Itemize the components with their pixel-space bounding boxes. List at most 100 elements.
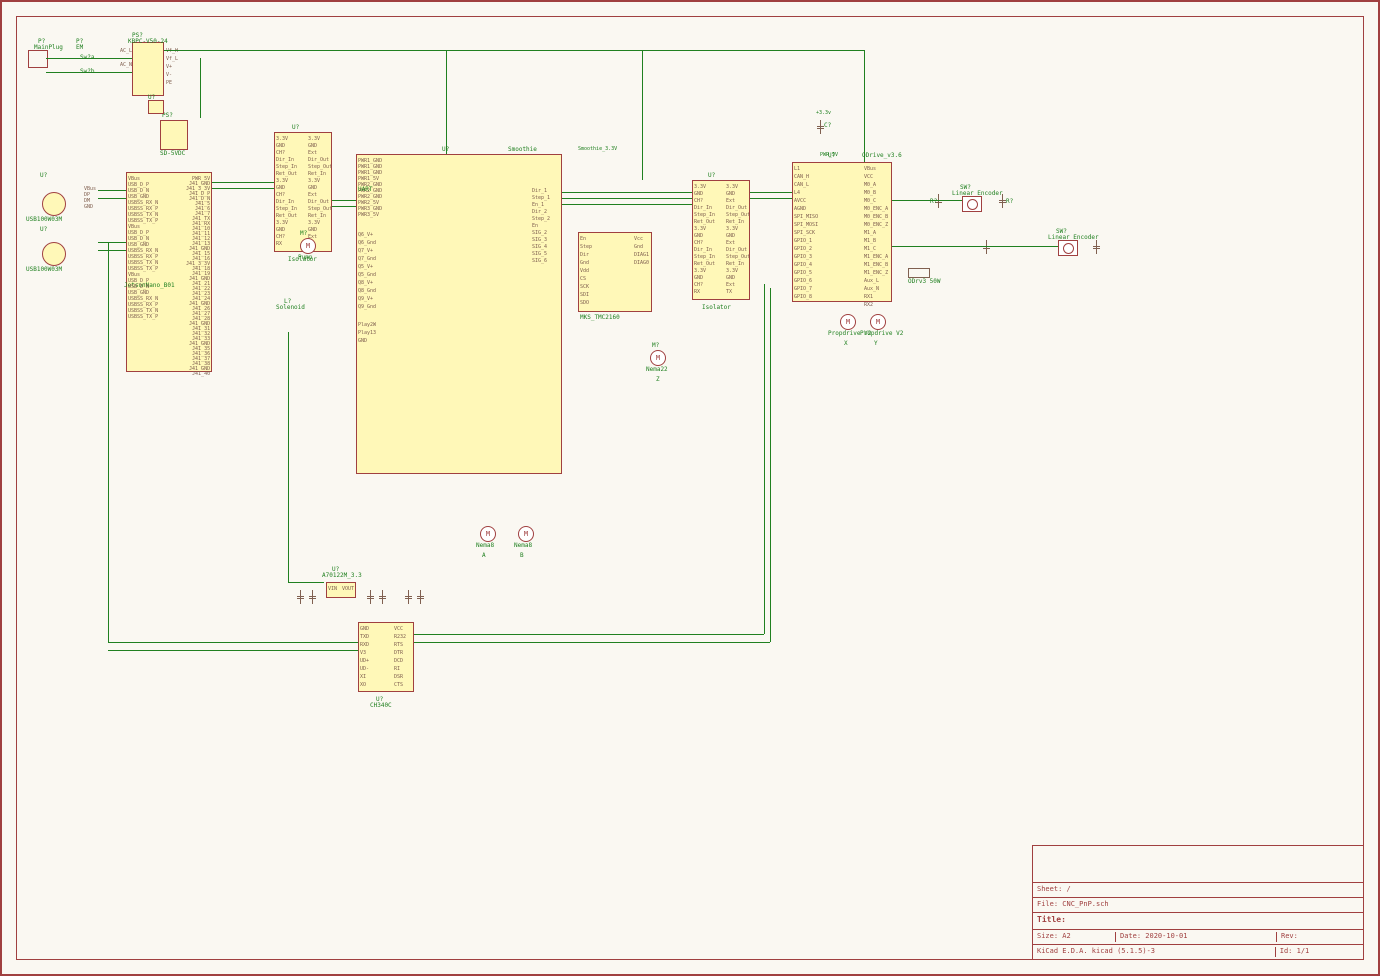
tb-sheet: Sheet: / [1037,885,1071,895]
jetson-right-pins: PWR_5VJ41_GNDJ41_3_3VJ41_D_PJ41_D_NJ41_5… [186,176,210,376]
psu-kbpc-name: KBPC-V50-24 [128,38,168,45]
kbpc-vm: V- [166,72,172,78]
propx-motor: M [840,314,856,330]
pin-label: DSR [394,674,406,682]
pin-label: En [532,223,550,230]
pin-label: Dir_Out [308,157,332,164]
pump-name: Pump [298,254,312,261]
wire [108,650,358,651]
ch340-right: VCCR232RTSDTRDCDRIDSRCTS [394,626,406,690]
pin-label: Gnd [634,244,649,252]
pin-label: GPIO_5 [794,270,818,278]
pin-label: CAN_L [794,182,818,190]
pin-label: 3.3V [694,184,715,191]
encoder-y [1058,240,1078,256]
wire [98,198,126,199]
pin-label: Q6_V+ [358,232,376,240]
pin-label: USBSS_TX_P [128,314,158,320]
pin-label: Step_Out [726,212,750,219]
pin-label: M1_ENC_B [864,262,888,270]
pin-label: GND [694,191,715,198]
nema8b-motor: M [518,526,534,542]
pin-label: M0_B [864,190,888,198]
wire [108,642,358,643]
a70-ref: U? [332,566,339,573]
iso1-left-pins: 3.3VGNDCH?Dir_InStep_InRet_Out3.3VGNDCH?… [276,136,297,248]
cap-odrive-lbl: C? [824,122,831,129]
odrive-left: L1CAN_HCAN_LL4AVCCAGNDSPI_MISOSPI_MOSISP… [794,166,818,302]
vdc-ref: U? [148,94,155,101]
pin-label: CH? [276,234,297,241]
wire [414,634,764,635]
propy-motor: M [870,314,886,330]
pin-label: En_1 [532,202,550,209]
pin-label: DCD [394,658,406,666]
pin-label: Step [580,244,592,252]
pin-label: Ret_In [726,261,750,268]
wire [642,50,643,180]
pin-label: 3.3V [308,178,332,185]
wire [764,284,765,634]
wire [98,190,126,191]
pin-label: SCK [580,284,592,292]
schematic-sheet: P? MainPlug P? EM Sw?a Sw?b PS? KBPC-V50… [0,0,1380,976]
pin-label: 3.3V [694,226,715,233]
pin-label: M1_B [864,238,888,246]
nema22-axis: Z [656,376,660,383]
cap-encx2 [1002,194,1003,208]
pin-label: SIG_4 [532,244,550,251]
propy-name: Propdrive V2 [860,330,903,337]
smoothie-33v: Smoothie_3.3V [578,146,617,152]
usb-b-name: USB100W03M [26,266,62,273]
wire [770,288,771,642]
pin-label: SIG_3 [532,237,550,244]
a70-name: A70122M_3.3 [322,572,362,579]
pin-label: Ext [308,192,332,199]
pin-label: Dir_Out [308,199,332,206]
wire [562,192,692,193]
pin-label: M1_ENC_Z [864,270,888,278]
wire [98,242,126,243]
usb-a-ref: U? [40,172,47,179]
r-encx2: R? [1006,198,1013,205]
pin-label: SDI [580,292,592,300]
tb-date: Date: 2020-10-01 [1115,932,1276,942]
pin-label: M0_A [864,182,888,190]
nema8a-name: Nema8 [476,542,494,549]
encx-name: Linear Encoder [952,190,1003,197]
pin-label: Step_Out [308,164,332,171]
pin-label: SPI_MOSI [794,222,818,230]
a70-c4 [382,590,383,604]
pin-label: Q7_Gnd [358,256,376,264]
pin-label: GPIO_4 [794,262,818,270]
smoothie-name: Smoothie [508,146,537,153]
pin-label: Step_Out [308,206,332,213]
pin-label: L1 [794,166,818,174]
pin-label: 3.3V [276,220,297,227]
pin-label: RX [276,241,297,248]
wire [864,50,865,162]
pin-label: M1_ENC_A [864,254,888,262]
pin-label: PWR3_5V [358,212,382,218]
pin-label: Q7_V+ [358,248,376,256]
pin-label: 3.3V [276,136,297,143]
pin-label: Dir_2 [532,209,550,216]
pin-label: Ret_In [726,219,750,226]
a70-vout: VOUT [342,586,354,592]
ch340-left: GNDTXDRXDV3UD+UD-XIXO [360,626,369,690]
sol-name: Solenoid [276,304,305,311]
pin-label: Q5_Gnd [358,272,376,280]
wire [288,332,289,582]
pin-label: Vcc [634,236,649,244]
nema8a-motor: M [480,526,496,542]
usb-a-name: USB100W03M [26,216,62,223]
wire [46,58,132,59]
pin-label: XI [360,674,369,682]
kbpc-vfl: Vf_L [166,56,178,62]
pin-label: M0_ENC_A [864,206,888,214]
pin-label: GND [726,275,750,282]
pin-label: M0_C [864,198,888,206]
mks-right: VccGndDIAG1DIAG0 [634,236,649,268]
nema8a-axis: A [482,552,486,559]
pin-label: Step_1 [532,195,550,202]
